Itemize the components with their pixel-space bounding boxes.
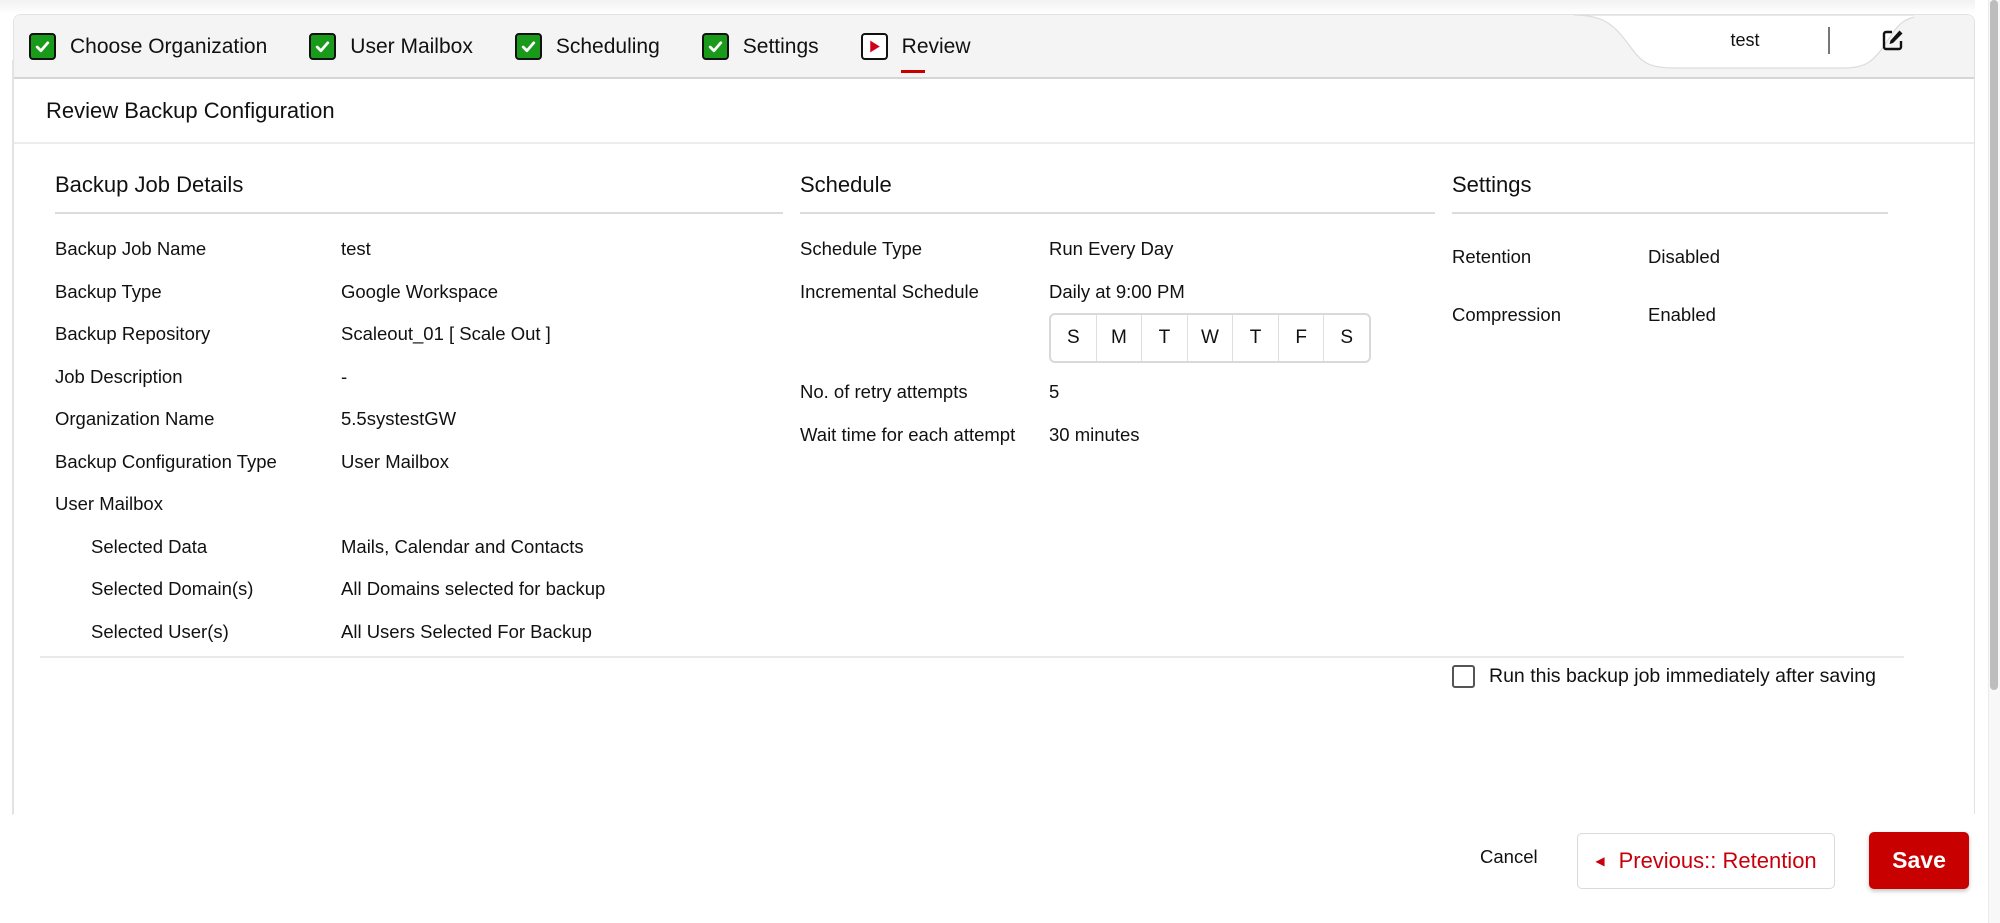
detail-row: Selected Data Mails, Calendar and Contac… [55, 526, 783, 569]
section-title: Schedule [800, 172, 892, 197]
step-label: Settings [742, 34, 819, 58]
play-icon [860, 33, 888, 60]
day-friday[interactable]: F [1279, 315, 1325, 361]
detail-label: Backup Repository [55, 323, 211, 345]
section-title: Settings [1452, 172, 1532, 197]
user-mailbox-heading: User Mailbox [55, 483, 783, 526]
detail-row: Backup Job Name test [55, 228, 783, 271]
run-now-checkbox[interactable] [1452, 665, 1475, 688]
detail-label: Selected Domain(s) [91, 578, 254, 600]
divider [55, 212, 783, 214]
scrollbar-thumb[interactable] [1990, 0, 1998, 690]
detail-label: Schedule Type [800, 238, 923, 260]
wizard-step-bar: Choose Organization User Mailbox Schedul… [14, 15, 1974, 79]
detail-value: User Mailbox [341, 450, 449, 472]
step-label: Review [901, 34, 971, 58]
day-picker: S M T W T F S [1049, 313, 1371, 363]
previous-button[interactable]: ◀ Previous:: Retention [1577, 833, 1835, 889]
detail-value: All Users Selected For Backup [341, 620, 592, 642]
divider [1452, 212, 1888, 214]
cancel-button[interactable]: Cancel [1480, 846, 1538, 868]
detail-row: Selected User(s) All Users Selected For … [55, 611, 783, 654]
settings-section: Settings Retention Disabled Compression … [1452, 172, 1888, 344]
detail-row: Wait time for each attempt 30 minutes [800, 414, 1435, 457]
job-name-label: test [1730, 30, 1760, 50]
step-choose-organization[interactable]: Choose Organization [29, 33, 267, 60]
day-tuesday[interactable]: T [1142, 315, 1188, 361]
previous-label: Previous:: Retention [1618, 848, 1817, 873]
detail-label: Organization Name [55, 408, 215, 430]
divider [800, 212, 1435, 214]
step-label: User Mailbox [350, 34, 473, 58]
detail-label: User Mailbox [55, 493, 163, 515]
step-settings[interactable]: Settings [701, 33, 819, 60]
edit-icon[interactable] [1881, 28, 1905, 52]
schedule-section: Schedule Schedule Type Run Every Day Inc… [800, 172, 1435, 456]
step-label: Scheduling [555, 34, 660, 58]
detail-value: 5 [1049, 381, 1060, 403]
detail-row: Compression Enabled [1452, 286, 1888, 344]
caret-left-icon: ◀ [1595, 854, 1605, 868]
detail-label: Backup Job Name [55, 238, 207, 260]
checkbox-checked-icon [29, 33, 56, 60]
detail-row: No. of retry attempts 5 [800, 371, 1435, 414]
wizard-steps: Choose Organization User Mailbox Schedul… [29, 33, 1013, 60]
detail-row: Retention Disabled [1452, 228, 1888, 286]
detail-value: 30 minutes [1049, 423, 1140, 445]
step-review[interactable]: Review [860, 33, 971, 60]
detail-value: Google Workspace [341, 280, 498, 302]
detail-label: Selected User(s) [91, 620, 229, 642]
divider [1828, 27, 1830, 54]
detail-label: Incremental Schedule [800, 280, 979, 302]
detail-label: Backup Type [55, 280, 162, 302]
save-button[interactable]: Save [1869, 832, 1969, 889]
divider [40, 656, 1904, 658]
detail-value: Scaleout_01 [ Scale Out ] [341, 323, 551, 345]
divider [14, 142, 1974, 144]
day-thursday[interactable]: T [1233, 315, 1279, 361]
day-monday[interactable]: M [1097, 315, 1143, 361]
detail-row: Backup Configuration Type User Mailbox [55, 441, 783, 484]
step-scheduling[interactable]: Scheduling [514, 33, 660, 60]
detail-value: 5.5systestGW [341, 408, 457, 430]
step-label: Choose Organization [70, 34, 268, 58]
detail-row: Organization Name 5.5systestGW [55, 398, 783, 441]
detail-value: Daily at 9:00 PM [1049, 280, 1185, 302]
detail-value: - [341, 365, 348, 387]
day-saturday[interactable]: S [1324, 315, 1369, 361]
section-title: Backup Job Details [55, 172, 244, 197]
run-now-label: Run this backup job immediately after sa… [1489, 665, 1876, 687]
detail-label: Job Description [55, 365, 183, 387]
detail-row: Job Description - [55, 356, 783, 399]
detail-row: Schedule Type Run Every Day [800, 228, 1435, 271]
detail-label: Wait time for each attempt [800, 423, 1016, 445]
detail-row: Backup Type Google Workspace [55, 271, 783, 314]
detail-row: Incremental Schedule Daily at 9:00 PM [800, 271, 1435, 314]
detail-label: No. of retry attempts [800, 381, 968, 403]
detail-value: Run Every Day [1049, 238, 1174, 260]
top-shadow [0, 0, 1975, 14]
page-title: Review Backup Configuration [46, 98, 335, 123]
detail-value: test [341, 238, 371, 260]
detail-row: Backup Repository Scaleout_01 [ Scale Ou… [55, 313, 783, 356]
day-wednesday[interactable]: W [1188, 315, 1234, 361]
run-now-option[interactable]: Run this backup job immediately after sa… [1452, 665, 1876, 688]
detail-label: Backup Configuration Type [55, 450, 277, 472]
detail-row: Selected Domain(s) All Domains selected … [55, 568, 783, 611]
backup-job-details-section: Backup Job Details Backup Job Name test … [55, 172, 783, 653]
job-name-tab: test [1574, 15, 1914, 71]
checkbox-checked-icon [701, 33, 729, 60]
step-user-mailbox[interactable]: User Mailbox [309, 33, 473, 60]
detail-label: Retention [1452, 246, 1532, 267]
detail-label: Selected Data [91, 535, 208, 557]
day-sunday[interactable]: S [1051, 315, 1097, 361]
detail-value: Enabled [1648, 304, 1716, 325]
checkbox-checked-icon [309, 33, 337, 60]
detail-value: Disabled [1648, 246, 1720, 267]
detail-label: Compression [1452, 304, 1561, 325]
detail-value: All Domains selected for backup [341, 578, 606, 600]
checkbox-checked-icon [514, 33, 542, 60]
detail-value: Mails, Calendar and Contacts [341, 535, 584, 557]
panel-edge [12, 60, 13, 815]
